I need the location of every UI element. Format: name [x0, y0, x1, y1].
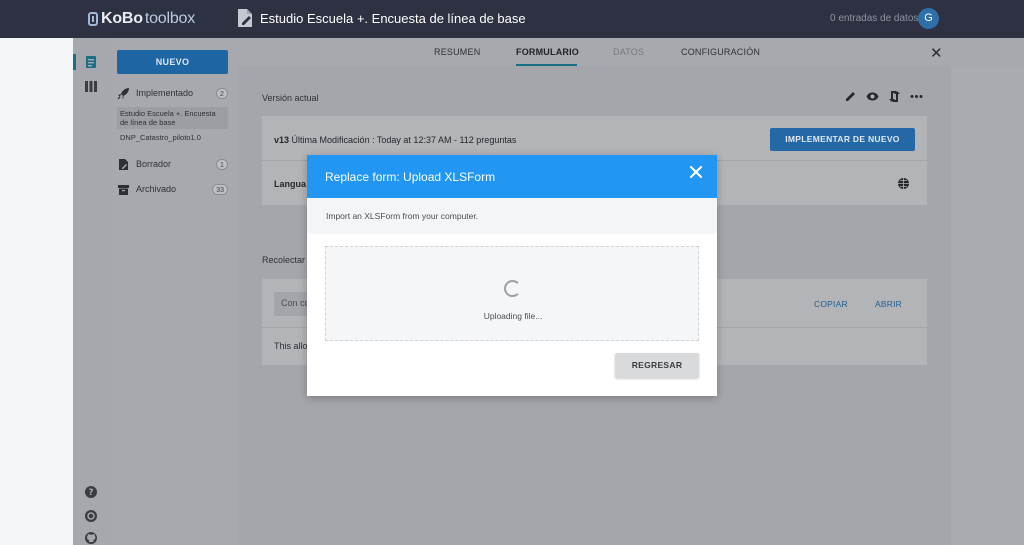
collect-data-label: Recolectar d: [262, 255, 313, 265]
kobo-logo[interactable]: KoBo toolbox: [88, 9, 195, 29]
rocket-icon: [117, 87, 129, 99]
logo-text-toolbox: toolbox: [144, 10, 196, 27]
support-icon[interactable]: [84, 509, 98, 523]
tab-data[interactable]: DATOS: [613, 47, 644, 57]
tab-form[interactable]: FORMULARIO: [516, 47, 579, 57]
version-info: v13 Última Modificación : Today at 12:37…: [274, 135, 516, 145]
left-rail: ?: [73, 38, 109, 545]
back-button[interactable]: REGRESAR: [615, 353, 699, 378]
collect-description: This allo: [274, 341, 308, 351]
sidebar-item-archived[interactable]: Archivado 33: [117, 181, 228, 197]
user-avatar[interactable]: G: [918, 8, 939, 29]
version-details: Última Modificación : Today at 12:37 AM …: [291, 135, 517, 145]
form-title: Estudio Escuela +. Encuesta de línea de …: [260, 11, 526, 26]
close-icon[interactable]: ✕: [930, 44, 943, 62]
preview-eye-icon[interactable]: [866, 90, 879, 103]
archived-count-badge: 33: [212, 183, 228, 195]
sidebar-item-label: Implementado: [136, 88, 194, 98]
copy-link[interactable]: COPIAR: [814, 299, 848, 309]
sidebar-item-label: Borrador: [136, 159, 172, 169]
new-project-button[interactable]: NUEVO: [117, 50, 228, 74]
rail-active-indicator: [73, 54, 76, 70]
modal-title: Replace form: Upload XLSForm: [325, 170, 496, 184]
tab-settings[interactable]: CONFIGURACIÓN: [681, 47, 760, 57]
sidebar-item-draft[interactable]: Borrador 1: [117, 156, 228, 172]
sidebar-form-item[interactable]: DNP_Catastro_piloto1.0: [117, 131, 228, 144]
modal-subtitle-bar: Import an XLSForm from your computer.: [307, 198, 717, 234]
library-icon[interactable]: [84, 79, 98, 93]
edit-icon[interactable]: [844, 90, 857, 103]
logo-text-kobo: KoBo: [101, 10, 143, 27]
tab-bar: RESUMEN FORMULARIO DATOS CONFIGURACIÓN ✕: [237, 38, 1024, 66]
draft-count-badge: 1: [216, 158, 228, 170]
help-icon[interactable]: ?: [84, 485, 98, 499]
kobo-logo-icon: [88, 12, 98, 26]
close-icon[interactable]: [689, 165, 703, 179]
replace-form-icon[interactable]: [888, 90, 901, 103]
redeploy-button[interactable]: IMPLEMENTAR DE NUEVO: [770, 128, 915, 151]
modal-header: Replace form: Upload XLSForm: [307, 155, 717, 198]
top-bar: KoBo toolbox Estudio Escuela +. Encuesta…: [0, 0, 1024, 38]
form-document-icon: [238, 9, 252, 27]
replace-form-modal: Replace form: Upload XLSForm Import an X…: [307, 155, 717, 396]
github-icon[interactable]: [84, 531, 98, 545]
svg-text:?: ?: [88, 488, 93, 498]
upload-status: Uploading file...: [483, 311, 543, 321]
globe-icon[interactable]: [897, 177, 910, 190]
forms-icon[interactable]: [84, 55, 98, 69]
file-dropzone[interactable]: Uploading file...: [325, 246, 699, 341]
tab-summary[interactable]: RESUMEN: [434, 47, 480, 57]
deployed-count-badge: 2: [216, 87, 228, 99]
sidebar-item-label: Archivado: [136, 184, 177, 194]
modal-subtitle: Import an XLSForm from your computer.: [326, 211, 479, 221]
sidebar: NUEVO Implementado 2 Estudio Escuela +. …: [109, 38, 237, 545]
archive-icon: [118, 184, 129, 195]
sidebar-form-item[interactable]: Estudio Escuela +. Encuesta de línea de …: [117, 107, 228, 129]
content-right-gutter: [951, 66, 1024, 545]
active-tab-underline: [516, 64, 577, 66]
open-link[interactable]: ABRIR: [875, 299, 902, 309]
languages-label: Langua: [274, 179, 307, 189]
version-number: v13: [274, 135, 290, 145]
loading-spinner-icon: [504, 280, 521, 297]
submission-count: 0 entradas de datos: [830, 13, 919, 24]
more-options-icon[interactable]: [910, 90, 923, 103]
draft-icon: [119, 158, 128, 170]
sidebar-item-deployed[interactable]: Implementado 2: [117, 85, 228, 101]
current-version-label: Versión actual: [262, 93, 319, 103]
